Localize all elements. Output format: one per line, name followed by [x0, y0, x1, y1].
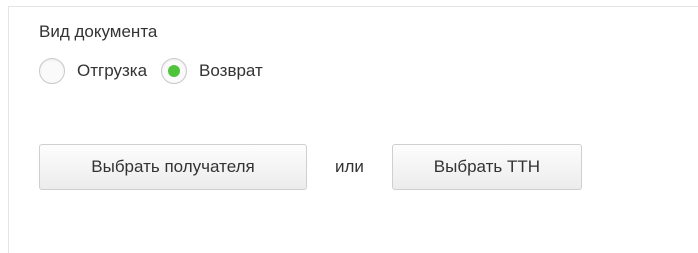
or-separator: или — [335, 157, 364, 176]
document-panel — [8, 6, 698, 253]
radio-label-return: Возврат — [199, 61, 263, 80]
choose-recipient-button[interactable]: Выбрать получателя — [39, 144, 307, 190]
choose-ttn-button[interactable]: Выбрать ТТН — [391, 144, 582, 190]
radio-unchecked-icon[interactable] — [39, 58, 65, 84]
radio-option-shipment[interactable]: Отгрузка — [39, 58, 147, 84]
radio-option-return[interactable]: Возврат — [161, 58, 263, 84]
radio-selected-dot — [168, 65, 181, 77]
page: Вид документа Отгрузка Возврат Выбрать п… — [0, 0, 698, 253]
document-type-radio-group: Отгрузка Возврат — [39, 58, 277, 84]
action-row: Выбрать получателя или Выбрать ТТН — [39, 144, 582, 190]
radio-checked-icon[interactable] — [161, 58, 188, 84]
radio-label-shipment: Отгрузка — [77, 61, 148, 80]
document-type-title: Вид документа — [39, 22, 158, 41]
